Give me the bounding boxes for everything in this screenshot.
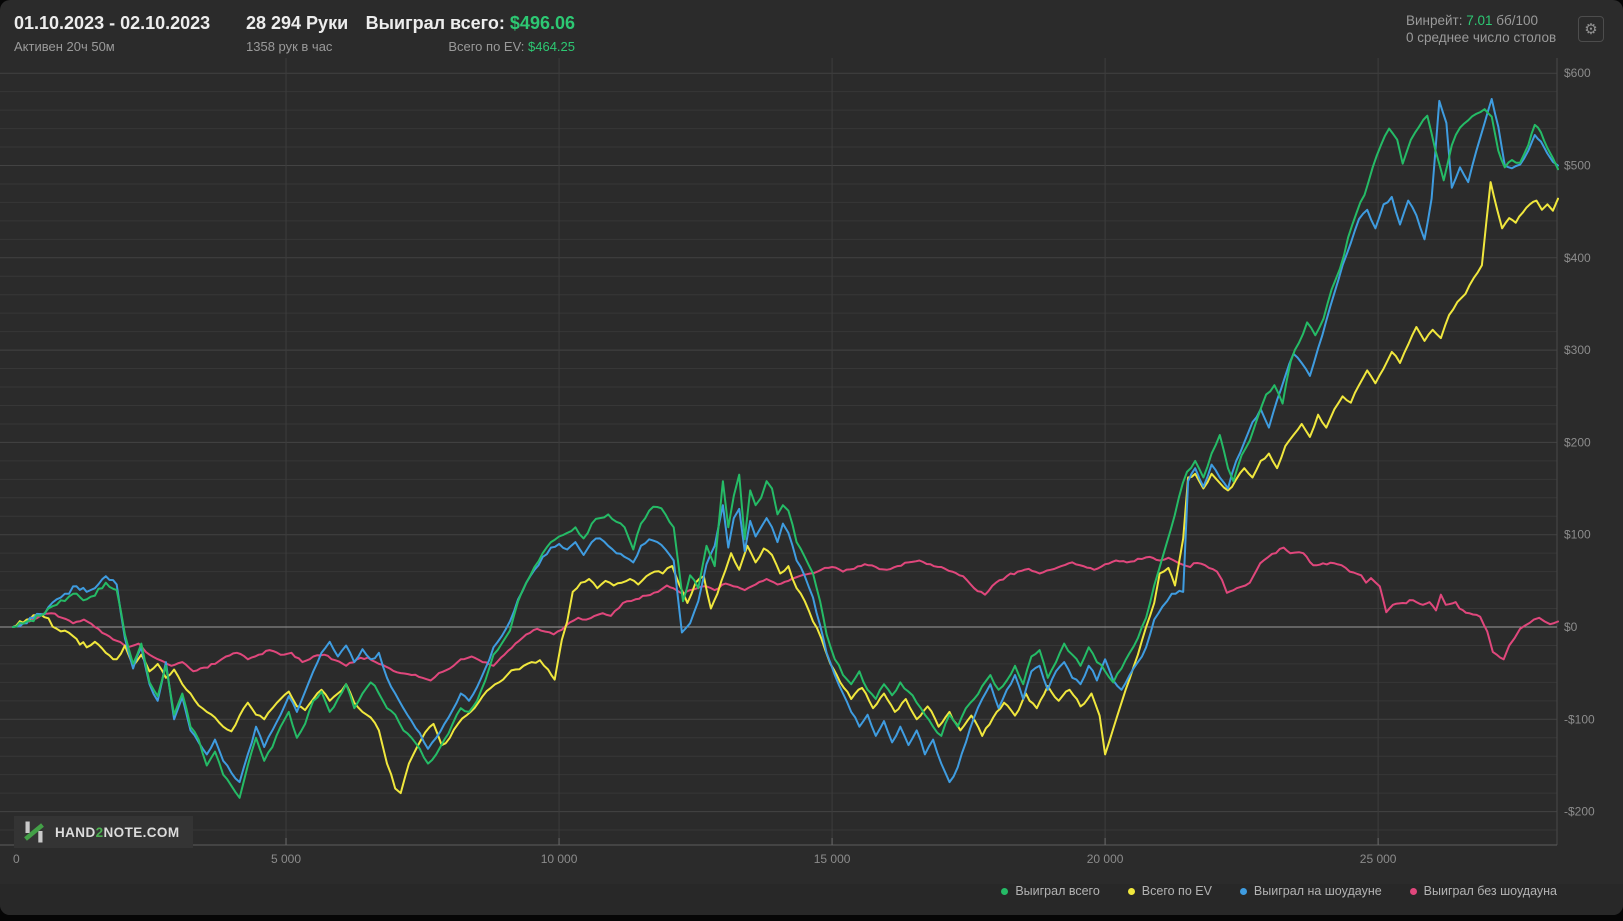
series-line-0 [12, 108, 1559, 799]
svg-text:20 000: 20 000 [1087, 852, 1124, 866]
app-window: $600 $500 $400 $300 $200 $100 $0 -$100 -$200 0 5 0… [0, 0, 1623, 915]
legend-label: Всего по EV [1141, 884, 1212, 898]
series-line-3 [12, 546, 1559, 682]
graph-svg[interactable]: $600 $500 $400 $300 $200 $100 $0 -$100 -$200 0 5 0… [0, 0, 1623, 915]
legend-label: Выиграл без шоудауна [1423, 884, 1557, 898]
won-total-line: Выиграл всего: $496.06 [0, 13, 575, 34]
svg-text:$100: $100 [1564, 528, 1591, 542]
winrate-block: Винрейт: 7.01 бб/100 0 среднее число сто… [1406, 12, 1556, 46]
logo-text-pre: HAND [55, 824, 96, 840]
logo-text-mid: 2 [95, 824, 104, 840]
svg-text:0: 0 [13, 852, 20, 866]
svg-text:$400: $400 [1564, 251, 1591, 265]
stats-header: 01.10.2023 - 02.10.2023 Активен 20ч 50м … [0, 0, 1623, 58]
winrate-line: Винрейт: 7.01 бб/100 [1406, 12, 1556, 29]
chart-legend: Выиграл всего Всего по EV Выиграл на шоуда… [1001, 884, 1557, 898]
svg-text:10 000: 10 000 [541, 852, 578, 866]
svg-text:-$200: -$200 [1564, 805, 1595, 819]
legend-label: Выиграл всего [1015, 884, 1100, 898]
legend-label: Выиграл на шоудауне [1253, 884, 1382, 898]
svg-text:5 000: 5 000 [271, 852, 301, 866]
legend-dot-icon [1239, 887, 1247, 895]
won-total-value: $496.06 [509, 13, 575, 33]
winrate-units: бб/100 [1492, 13, 1539, 28]
svg-text:$600: $600 [1564, 66, 1591, 80]
hand2note-logo-icon [22, 820, 46, 844]
avg-tables: 0 среднее число столов [1406, 30, 1557, 45]
legend-item-2[interactable]: Выиграл на шоудауне [1239, 884, 1382, 898]
logo-text-post: NOTE.COM [103, 824, 180, 840]
series-line-1 [12, 181, 1559, 795]
ev-total-line: Всего по EV: $464.25 [0, 39, 575, 55]
hand2note-logo-text: HAND2NOTE.COM [55, 825, 179, 840]
legend-item-3[interactable]: Выиграл без шоудауна [1409, 884, 1557, 898]
hand2note-watermark: HAND2NOTE.COM [14, 816, 194, 848]
gear-icon: ⚙ [1584, 21, 1598, 38]
winrate-value: 7.01 [1466, 13, 1493, 28]
won-total-label: Выиграл всего: [365, 13, 510, 33]
svg-text:$300: $300 [1564, 343, 1591, 357]
svg-text:$500: $500 [1564, 159, 1591, 173]
legend-item-0[interactable]: Выиграл всего [1001, 884, 1100, 898]
ev-total-label: Всего по EV: [448, 39, 528, 54]
legend-dot-icon [1409, 887, 1417, 895]
winnings-block: Выиграл всего: $496.06 Всего по EV: $464… [0, 13, 575, 55]
svg-text:15 000: 15 000 [814, 852, 851, 866]
svg-text:$0: $0 [1564, 620, 1578, 634]
legend-dot-icon [1127, 887, 1135, 895]
svg-text:$200: $200 [1564, 435, 1591, 449]
ev-total-value: $464.25 [528, 39, 575, 54]
winrate-label: Винрейт: [1406, 13, 1467, 28]
winnings-graph[interactable]: $600 $500 $400 $300 $200 $100 $0 -$100 -$200 0 5 0… [0, 0, 1623, 915]
settings-button[interactable]: ⚙ [1578, 16, 1604, 42]
legend-item-1[interactable]: Всего по EV [1127, 884, 1212, 898]
svg-text:-$100: -$100 [1564, 712, 1595, 726]
svg-text:25 000: 25 000 [1360, 852, 1397, 866]
series-line-2 [12, 98, 1559, 784]
legend-dot-icon [1001, 887, 1009, 895]
